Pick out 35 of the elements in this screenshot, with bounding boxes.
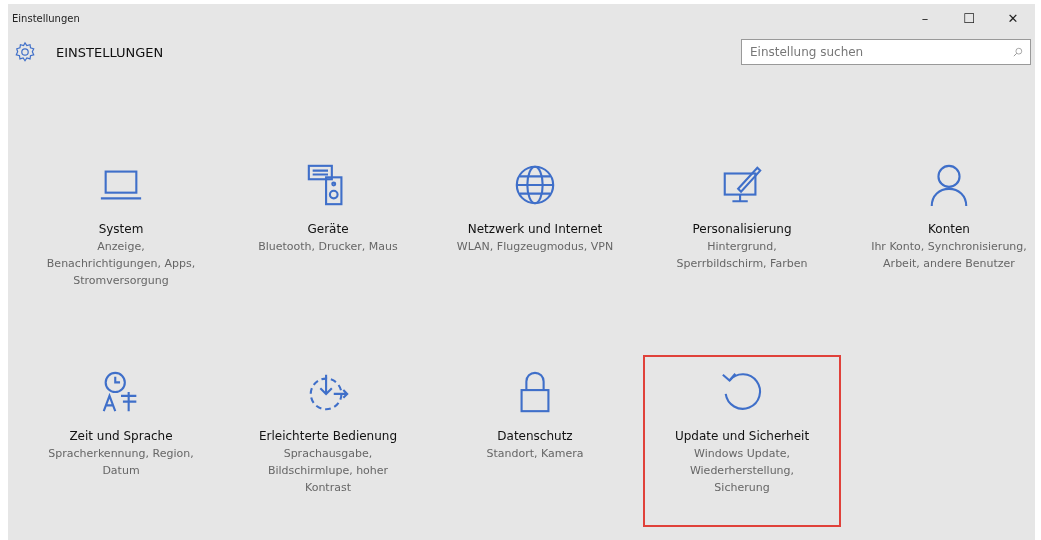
tile-title: Netzwerk und Internet — [467, 222, 603, 236]
page-title: EINSTELLUNGEN — [56, 44, 165, 60]
search-field[interactable]: Einstellung suchen — [741, 39, 1031, 65]
tile-title: Erleichterte Bedienung — [258, 429, 398, 443]
tile-title: Zeit und Sprache — [69, 429, 173, 443]
search-icon — [1013, 47, 1023, 57]
tile-description: Bluetooth, Drucker, Maus — [258, 239, 398, 255]
settings-tile[interactable]: Erleichterte Bedienung Sprachausgabe, Bildschirmlupe, hoher Kontrast — [229, 355, 427, 527]
settings-tile[interactable]: Update und Sicherheit Windows Update, Wiederherstellung, Sicherung — [643, 355, 841, 527]
tile-title: Datenschutz — [497, 429, 573, 443]
maximize-button[interactable]: ☐ — [947, 4, 991, 32]
tile-description: Standort, Kamera — [486, 446, 584, 462]
tile-title: Geräte — [307, 222, 349, 236]
tile-description: Anzeige, Benachrichtigungen, Apps, Stromversorgung — [45, 239, 197, 289]
tile-description: Hintergrund, Sperrbildschirm, Farben — [675, 239, 809, 272]
tile-title: Konten — [928, 222, 970, 236]
tile-description: Sprachausgabe, Bildschirmlupe, hoher Kontrast — [266, 446, 390, 496]
settings-tile[interactable]: Personalisierung Hintergrund, Sperrbildschirm, Farben — [643, 148, 841, 320]
tile-title: System — [98, 222, 144, 236]
settings-tile[interactable]: Netzwerk und Internet WLAN, Flugzeugmodus, VPN — [436, 148, 634, 320]
settings-tile[interactable]: Konten Ihr Konto, Synchronisierung, Arbeit, andere Benutzer — [850, 148, 1035, 320]
settings-tile[interactable]: Geräte Bluetooth, Drucker, Maus — [229, 148, 427, 320]
settings-tile[interactable]: System Anzeige, Benachrichtigungen, Apps, Stromversorgung — [22, 148, 220, 320]
settings-tile[interactable]: Zeit und Sprache Spracherkennung, Region, Datum — [22, 355, 220, 527]
tile-description: Spracherkennung, Region, Datum — [47, 446, 195, 479]
tile-description: WLAN, Flugzeugmodus, VPN — [456, 239, 614, 255]
settings-icon — [14, 41, 36, 63]
minimize-button[interactable]: – — [903, 4, 947, 32]
close-button[interactable]: ✕ — [991, 4, 1035, 32]
settings-tile[interactable]: Datenschutz Standort, Kamera — [436, 355, 634, 527]
window-title: Einstellungen — [12, 12, 80, 24]
tile-description: Windows Update, Wiederherstellung, Sicherung — [688, 446, 796, 496]
tile-title: Personalisierung — [692, 222, 792, 236]
tile-title: Update und Sicherheit — [674, 429, 810, 443]
tile-description: Ihr Konto, Synchronisierung, Arbeit, andere Benutzer — [870, 239, 1028, 272]
